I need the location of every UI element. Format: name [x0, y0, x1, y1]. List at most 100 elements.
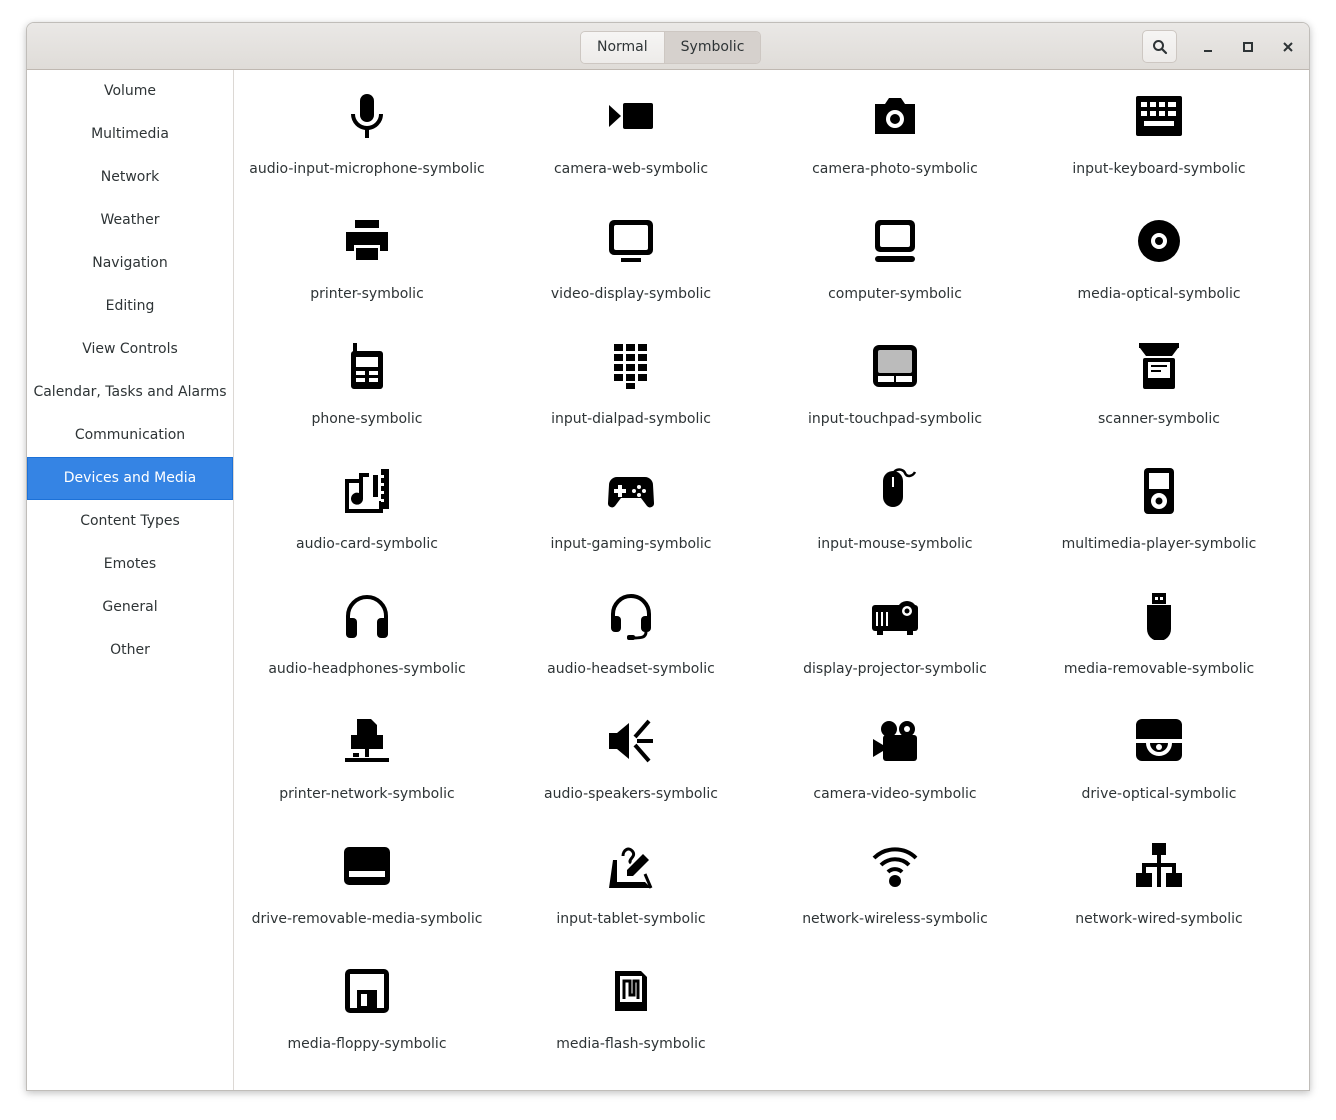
dialpad-icon — [607, 342, 655, 390]
maximize-button[interactable] — [1236, 35, 1260, 59]
icon-label: media-removable-symbolic — [1063, 661, 1255, 677]
icon-label: video-display-symbolic — [550, 286, 712, 302]
icon-tile-audio-card[interactable]: audio-card-symbolic — [235, 445, 499, 570]
icon-tile-audio-headphones[interactable]: audio-headphones-symbolic — [235, 570, 499, 695]
sidebar-item-multimedia[interactable]: Multimedia — [27, 113, 233, 156]
icon-tile-multimedia-player[interactable]: multimedia-player-symbolic — [1027, 445, 1291, 570]
icon-label: input-touchpad-symbolic — [807, 411, 983, 427]
icon-tile-printer[interactable]: printer-symbolic — [235, 195, 499, 320]
icon-tile-phone[interactable]: phone-symbolic — [235, 320, 499, 445]
gamepad-icon — [607, 467, 655, 515]
microphone-icon — [343, 92, 391, 140]
minimize-icon — [1202, 41, 1214, 53]
icon-label: media-optical-symbolic — [1077, 286, 1241, 302]
search-icon — [1152, 39, 1168, 55]
scanner-icon — [1135, 342, 1183, 390]
minimize-button[interactable] — [1196, 35, 1220, 59]
sidebar-item-calendar-tasks-alarms[interactable]: Calendar, Tasks and Alarms — [27, 371, 233, 414]
icon-tile-network-wired[interactable]: network-wired-symbolic — [1027, 820, 1291, 945]
tab-symbolic[interactable]: Symbolic — [663, 32, 761, 63]
removable-drive-icon — [343, 842, 391, 890]
icon-label: display-projector-symbolic — [803, 661, 987, 677]
icon-tile-drive-optical[interactable]: drive-optical-symbolic — [1027, 695, 1291, 820]
search-button[interactable] — [1142, 30, 1177, 63]
icon-tile-input-gaming[interactable]: input-gaming-symbolic — [499, 445, 763, 570]
monitor-icon — [607, 217, 655, 265]
network-printer-icon — [343, 717, 391, 765]
floppy-icon — [343, 967, 391, 1015]
touchpad-icon — [871, 342, 919, 390]
sidebar-item-other[interactable]: Other — [27, 629, 233, 672]
icon-label: scanner-symbolic — [1098, 411, 1220, 427]
sidebar-item-navigation[interactable]: Navigation — [27, 242, 233, 285]
webcam-icon — [607, 92, 655, 140]
icon-tile-camera-photo[interactable]: camera-photo-symbolic — [763, 70, 1027, 195]
icon-tile-input-touchpad[interactable]: input-touchpad-symbolic — [763, 320, 1027, 445]
view-mode-switcher: Normal Symbolic — [580, 31, 762, 64]
icon-tile-input-keyboard[interactable]: input-keyboard-symbolic — [1027, 70, 1291, 195]
icon-label: audio-headphones-symbolic — [268, 661, 466, 677]
icon-tile-computer[interactable]: computer-symbolic — [763, 195, 1027, 320]
icon-label: audio-card-symbolic — [296, 536, 438, 552]
icon-tile-scanner[interactable]: scanner-symbolic — [1027, 320, 1291, 445]
phone-icon — [343, 342, 391, 390]
icon-label: drive-removable-media-symbolic — [251, 911, 483, 927]
icon-label: printer-network-symbolic — [279, 786, 455, 802]
sidebar-item-network[interactable]: Network — [27, 156, 233, 199]
maximize-icon — [1242, 41, 1254, 53]
sidebar-item-general[interactable]: General — [27, 586, 233, 629]
headphones-icon — [343, 592, 391, 640]
icon-tile-display-projector[interactable]: display-projector-symbolic — [763, 570, 1027, 695]
icon-tile-input-mouse[interactable]: input-mouse-symbolic — [763, 445, 1027, 570]
icon-tile-audio-speakers[interactable]: audio-speakers-symbolic — [499, 695, 763, 820]
sidebar-item-communication[interactable]: Communication — [27, 414, 233, 457]
icon-tile-audio-input-microphone[interactable]: audio-input-microphone-symbolic — [235, 70, 499, 195]
sidebar-item-weather[interactable]: Weather — [27, 199, 233, 242]
icon-label: input-tablet-symbolic — [556, 911, 706, 927]
sound-card-icon — [343, 467, 391, 515]
icon-tile-media-removable[interactable]: media-removable-symbolic — [1027, 570, 1291, 695]
icon-tile-audio-headset[interactable]: audio-headset-symbolic — [499, 570, 763, 695]
icon-label: multimedia-player-symbolic — [1061, 536, 1257, 552]
icon-label: audio-input-microphone-symbolic — [249, 161, 485, 177]
icon-tile-camera-video[interactable]: camera-video-symbolic — [763, 695, 1027, 820]
icon-label: camera-web-symbolic — [553, 161, 709, 177]
printer-icon — [343, 217, 391, 265]
icon-label: input-gaming-symbolic — [550, 536, 712, 552]
icon-tile-media-optical[interactable]: media-optical-symbolic — [1027, 195, 1291, 320]
media-player-icon — [1135, 467, 1183, 515]
optical-disc-icon — [1135, 217, 1183, 265]
wifi-icon — [871, 842, 919, 890]
icon-label: drive-optical-symbolic — [1081, 786, 1237, 802]
sidebar-item-volume[interactable]: Volume — [27, 70, 233, 113]
icon-label: camera-video-symbolic — [813, 786, 977, 802]
flash-card-icon — [607, 967, 655, 1015]
tablet-icon — [607, 842, 655, 890]
icon-tile-input-tablet[interactable]: input-tablet-symbolic — [499, 820, 763, 945]
icon-grid: audio-input-microphone-symbolic camera-w… — [235, 70, 1309, 1090]
sidebar-item-devices-and-media[interactable]: Devices and Media — [27, 457, 233, 500]
icon-tile-network-wireless[interactable]: network-wireless-symbolic — [763, 820, 1027, 945]
icon-label: input-mouse-symbolic — [817, 536, 973, 552]
close-button[interactable] — [1276, 35, 1300, 59]
wired-network-icon — [1135, 842, 1183, 890]
category-sidebar: Volume Multimedia Network Weather Naviga… — [27, 70, 234, 1090]
icon-tile-video-display[interactable]: video-display-symbolic — [499, 195, 763, 320]
icon-tile-printer-network[interactable]: printer-network-symbolic — [235, 695, 499, 820]
sidebar-item-editing[interactable]: Editing — [27, 285, 233, 328]
speakers-icon — [607, 717, 655, 765]
icon-label: input-keyboard-symbolic — [1072, 161, 1246, 177]
sidebar-item-view-controls[interactable]: View Controls — [27, 328, 233, 371]
headset-icon — [607, 592, 655, 640]
sidebar-item-emotes[interactable]: Emotes — [27, 543, 233, 586]
icon-label: phone-symbolic — [311, 411, 423, 427]
icon-tile-media-floppy[interactable]: media-floppy-symbolic — [235, 945, 499, 1070]
icon-tile-input-dialpad[interactable]: input-dialpad-symbolic — [499, 320, 763, 445]
icon-tile-camera-web[interactable]: camera-web-symbolic — [499, 70, 763, 195]
icon-tile-drive-removable-media[interactable]: drive-removable-media-symbolic — [235, 820, 499, 945]
sidebar-item-content-types[interactable]: Content Types — [27, 500, 233, 543]
video-camera-icon — [871, 717, 919, 765]
icon-label: printer-symbolic — [310, 286, 424, 302]
tab-normal[interactable]: Normal — [581, 32, 664, 63]
icon-tile-media-flash[interactable]: media-flash-symbolic — [499, 945, 763, 1070]
